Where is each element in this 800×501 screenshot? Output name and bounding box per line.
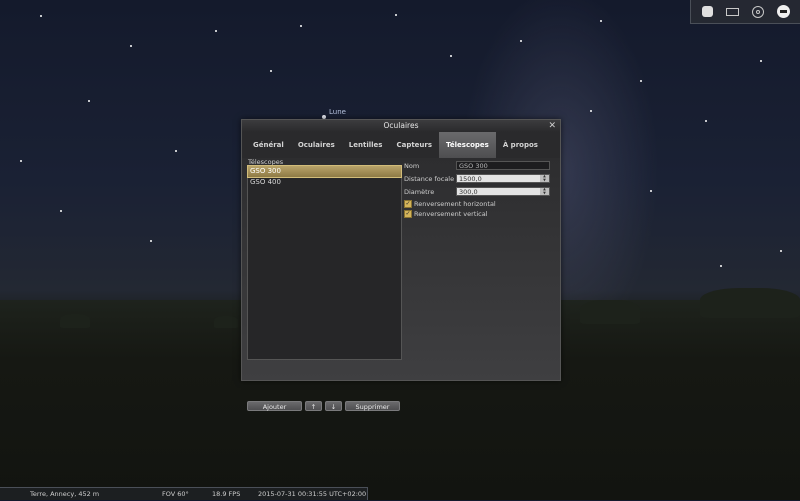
tree (214, 316, 238, 328)
telescope-list[interactable]: GSO 300 GSO 400 (247, 165, 402, 360)
spinner-arrows-icon[interactable]: ▲ ▼ (540, 187, 549, 195)
focal-length-field[interactable]: 1500,0 ▲ ▼ (456, 174, 550, 183)
diameter-field[interactable]: 300,0 ▲ ▼ (456, 187, 550, 196)
delete-button[interactable]: Supprimer (345, 401, 400, 411)
target-icon (752, 5, 765, 18)
flip-vertical-label: Renversement vertical (414, 210, 488, 218)
list-item[interactable]: GSO 300 (247, 165, 402, 178)
window-button[interactable] (725, 4, 741, 20)
status-bar: Terre, Annecy, 452 m FOV 60° 18.9 FPS 20… (0, 487, 368, 500)
dialog-title: Oculaires (383, 121, 419, 130)
move-down-button[interactable]: ↓ (325, 401, 342, 411)
flip-horizontal-checkbox[interactable]: ✓ (404, 200, 412, 208)
tree (580, 300, 640, 324)
tab-lenses[interactable]: Lentilles (342, 132, 390, 158)
list-item[interactable]: GSO 400 (248, 177, 401, 188)
datetime-text: 2015-07-31 00:31:55 UTC+02:00 (258, 490, 367, 498)
tab-about[interactable]: À propos (496, 132, 545, 158)
target-button[interactable] (750, 4, 766, 20)
telescopes-panel: Télescopes GSO 300 GSO 400 Ajouter ↑ ↓ S… (242, 158, 560, 411)
close-icon[interactable]: ✕ (548, 120, 556, 132)
fps-text: 18.9 FPS (212, 490, 241, 498)
flip-vertical-row[interactable]: ✓ Renversement vertical (404, 210, 488, 218)
focal-length-label: Distance focale (404, 175, 455, 183)
spinner-arrows-icon[interactable]: ▲ ▼ (540, 174, 549, 182)
exit-icon (776, 5, 790, 18)
add-button[interactable]: Ajouter (247, 401, 302, 411)
flip-horizontal-label: Renversement horizontal (414, 200, 496, 208)
location-text: Terre, Annecy, 452 m (30, 490, 100, 498)
tab-telescopes[interactable]: Télescopes (439, 132, 496, 158)
top-toolbar (690, 0, 800, 24)
oculars-dialog: Oculaires ✕ Général Oculaires Lentilles … (241, 119, 561, 411)
flip-horizontal-row[interactable]: ✓ Renversement horizontal (404, 200, 496, 208)
diameter-label: Diamètre (404, 188, 435, 196)
fov-text: FOV 60° (162, 490, 189, 498)
tree (700, 288, 800, 318)
tab-oculars[interactable]: Oculaires (291, 132, 342, 158)
name-label: Nom (404, 162, 420, 170)
name-field[interactable]: GSO 300 (456, 161, 550, 170)
tab-sensors[interactable]: Capteurs (389, 132, 439, 158)
fullscreen-icon (702, 6, 714, 17)
exit-button[interactable] (775, 4, 791, 20)
tab-general[interactable]: Général (246, 132, 291, 158)
tree (60, 314, 90, 328)
move-up-button[interactable]: ↑ (305, 401, 322, 411)
flip-vertical-checkbox[interactable]: ✓ (404, 210, 412, 218)
tab-bar: Général Oculaires Lentilles Capteurs Tél… (242, 132, 560, 158)
moon-label: Lune (329, 108, 346, 116)
focal-length-value: 1500,0 (459, 175, 482, 183)
window-icon (726, 7, 740, 16)
fullscreen-button[interactable] (700, 4, 716, 20)
dialog-title-bar[interactable]: Oculaires ✕ (242, 120, 560, 132)
diameter-value: 300,0 (459, 188, 478, 196)
